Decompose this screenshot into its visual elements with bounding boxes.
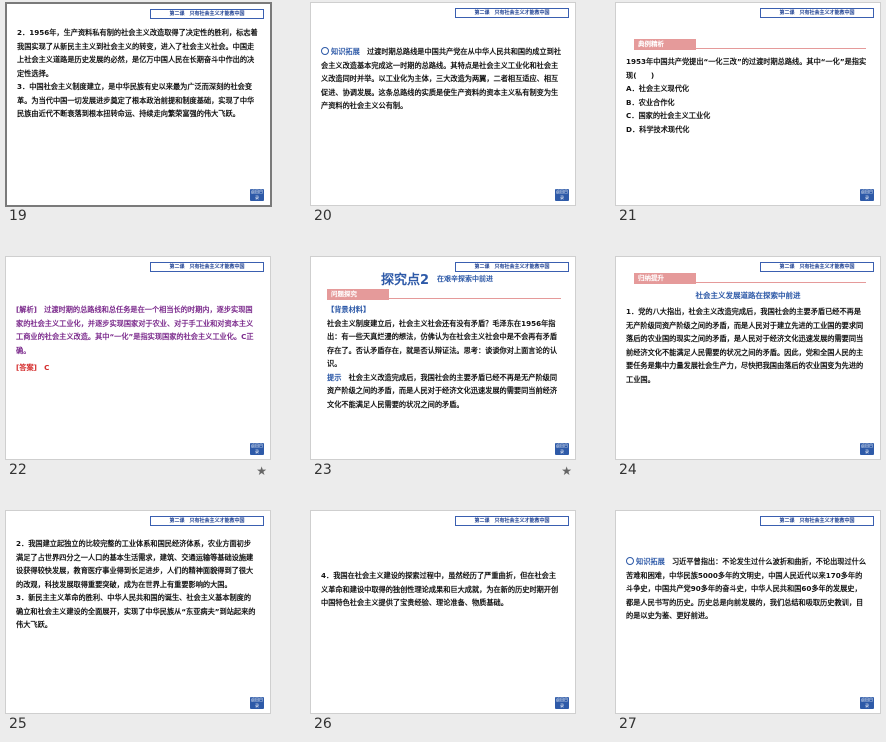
slide-number: 19 [9,208,27,224]
return-toc-button[interactable]: 返回目录 [555,189,569,201]
star-icon[interactable]: ★ [256,464,267,478]
slide-paragraph: 过渡时期总路线是中国共产党在从中华人民共和国的成立到社会主义改造基本完成这一时期… [321,47,562,110]
slide-header-label: 第二课 只有社会主义才能救中国 [150,262,264,272]
material-tag: 【背景材料】 [327,305,371,314]
slide-number: 27 [619,716,637,732]
slide-number: 23 [314,462,332,478]
answer-tag: [答案] [16,363,37,372]
return-toc-button[interactable]: 返回目录 [250,443,264,455]
summary-heading: 社会主义发展道路在探索中前进 [695,291,801,300]
slide-body-text: 知识拓展 过渡时期总路线是中国共产党在从中华人民共和国的成立到社会主义改造基本完… [321,45,563,113]
slide-header-label: 第二课 只有社会主义才能救中国 [760,516,874,526]
hint-text: 社会主义改造完成后，我国社会的主要矛盾已经不再是无产阶级同资产阶级之间的矛盾，而… [327,372,558,409]
analysis-block: [解析] 过渡时期的总路线和总任务是在一个相当长的时期内，逐步实现国家的社会主义… [16,303,258,375]
return-toc-button[interactable]: 返回目录 [860,697,874,709]
answer-value: C [44,363,50,372]
slide-thumbnail-26[interactable]: 第二课 只有社会主义才能救中国 4．我国在社会主义建设的探索过程中，虽然经历了严… [310,510,578,742]
slide-header-label: 第二课 只有社会主义才能救中国 [150,9,264,19]
slide-header-label: 第二课 只有社会主义才能救中国 [760,8,874,18]
return-toc-button[interactable]: 返回目录 [555,443,569,455]
slide-preview: 第二课 只有社会主义才能救中国 知识拓展 过渡时期总路线是中国共产党在从中华人民… [310,2,576,206]
circle-bullet-icon [626,557,634,565]
option-b: B．农业合作化 [626,97,675,107]
slide-number: 21 [619,208,637,224]
question-text: 1953年中国共产党提出“一化三改”的过渡时期总路线。其中“一化”是指实现( ) [626,57,867,80]
option-a: A．社会主义现代化 [626,84,690,93]
slide-preview: 第二课 只有社会主义才能救中国 4．我国在社会主义建设的探索过程中，虽然经历了严… [310,510,576,714]
slide-header-label: 第二课 只有社会主义才能救中国 [455,516,569,526]
slide-number: 22 [9,462,27,478]
banner-divider [381,298,561,299]
star-icon[interactable]: ★ [561,464,572,478]
slide-number: 25 [9,716,27,732]
slide-header-label: 第二课 只有社会主义才能救中国 [150,516,264,526]
slide-body-text: 1．党的八大指出，社会主义改造完成后，我国社会的主要矛盾已经不再是无产阶级同资产… [626,307,864,384]
slide-preview: 第二课 只有社会主义才能救中国 [解析] 过渡时期的总路线和总任务是在一个相当长… [5,256,271,460]
knowledge-extension-tag: 知识拓展 [636,557,665,566]
slide-thumbnail-21[interactable]: 第二课 只有社会主义才能救中国 典例精析 1953年中国共产党提出“一化三改”的… [615,2,883,234]
slide-header-label: 第二课 只有社会主义才能救中国 [760,262,874,272]
hint-tag: 提示 [327,372,342,382]
slide-thumbnail-19[interactable]: 第二课 只有社会主义才能救中国 2．1956年，生产资料私有制的社会主义改造取得… [5,2,273,234]
slide-preview: 第二课 只有社会主义才能救中国 典例精析 1953年中国共产党提出“一化三改”的… [615,2,881,206]
slide-thumbnail-24[interactable]: 第二课 只有社会主义才能救中国 归纳提升 社会主义发展道路在探索中前进 1．党的… [615,256,883,488]
slide-thumbnail-25[interactable]: 第二课 只有社会主义才能救中国 2．我国建立起独立的比较完整的工业体系和国民经济… [5,510,273,742]
slide-preview: 第二课 只有社会主义才能救中国 归纳提升 社会主义发展道路在探索中前进 1．党的… [615,256,881,460]
slide-preview: 第二课 只有社会主义才能救中国 2．1956年，生产资料私有制的社会主义改造取得… [5,2,272,207]
slide-body-text: 4．我国在社会主义建设的探索过程中，虽然经历了严重曲折，但在社会主义革命和建设中… [321,571,559,607]
slide-preview: 第二课 只有社会主义才能救中国 探究点2 在艰辛探索中前进 问题探究 【背景材料… [310,256,576,460]
banner-divider [686,282,866,283]
slide-thumbnail-20[interactable]: 第二课 只有社会主义才能救中国 知识拓展 过渡时期总路线是中国共产党在从中华人民… [310,2,578,234]
slide-thumbnail-23[interactable]: 第二课 只有社会主义才能救中国 探究点2 在艰辛探索中前进 问题探究 【背景材料… [310,256,578,488]
slide-thumbnail-22[interactable]: 第二课 只有社会主义才能救中国 [解析] 过渡时期的总路线和总任务是在一个相当长… [5,256,273,488]
section-title: 探究点2 [381,273,430,288]
slide-body-text: 2．1956年，生产资料私有制的社会主义改造取得了决定性的胜利，标志着我国实现了… [17,28,258,118]
return-toc-button[interactable]: 返回目录 [555,697,569,709]
analysis-tag: [解析] [16,305,37,314]
inquiry-block: 【背景材料】 社会主义制度建立后，社会主义社会还有没有矛盾？毛泽东在1956年指… [327,303,563,411]
slide-header-label: 第二课 只有社会主义才能救中国 [455,262,569,272]
return-toc-button[interactable]: 返回目录 [860,443,874,455]
slide-number: 20 [314,208,332,224]
question-block: 1953年中国共产党提出“一化三改”的过渡时期总路线。其中“一化”是指实现( )… [626,55,868,136]
slide-number: 24 [619,462,637,478]
return-toc-button[interactable]: 返回目录 [250,697,264,709]
banner-divider [686,48,866,49]
return-toc-button[interactable]: 返回目录 [250,189,264,201]
option-d: D．科学技术现代化 [626,124,690,134]
section-subtitle: 在艰辛探索中前进 [437,275,493,283]
slide-paragraph: 习近平曾指出：不论发生过什么波折和曲折，不论出现过什么苦难和困难，中华民族500… [626,557,867,620]
material-text: 社会主义制度建立后，社会主义社会还有没有矛盾？毛泽东在1956年指出：有一些天真… [327,318,558,369]
slide-preview: 第二课 只有社会主义才能救中国 2．我国建立起独立的比较完整的工业体系和国民经济… [5,510,271,714]
knowledge-extension-tag: 知识拓展 [331,47,360,56]
answer-line: [答案] C [16,361,258,375]
slide-header-label: 第二课 只有社会主义才能救中国 [455,8,569,18]
return-toc-button[interactable]: 返回目录 [860,189,874,201]
slide-number: 26 [314,716,332,732]
slide-body-text: 知识拓展 习近平曾指出：不论发生过什么波折和曲折，不论出现过什么苦难和困难，中华… [626,555,868,623]
slide-thumbnail-27[interactable]: 第二课 只有社会主义才能救中国 知识拓展 习近平曾指出：不论发生过什么波折和曲折… [615,510,883,742]
circle-bullet-icon [321,47,329,55]
slide-body-text: 2．我国建立起独立的比较完整的工业体系和国民经济体系，农业方面初步满足了占世界四… [16,539,256,629]
slide-preview: 第二课 只有社会主义才能救中国 知识拓展 习近平曾指出：不论发生过什么波折和曲折… [615,510,881,714]
analysis-text: 过渡时期的总路线和总任务是在一个相当长的时期内，逐步实现国家的社会主义工业化，并… [16,305,254,355]
inquiry-banner: 问题探究 [327,289,389,300]
option-c: C．国家的社会主义工业化 [626,111,711,120]
